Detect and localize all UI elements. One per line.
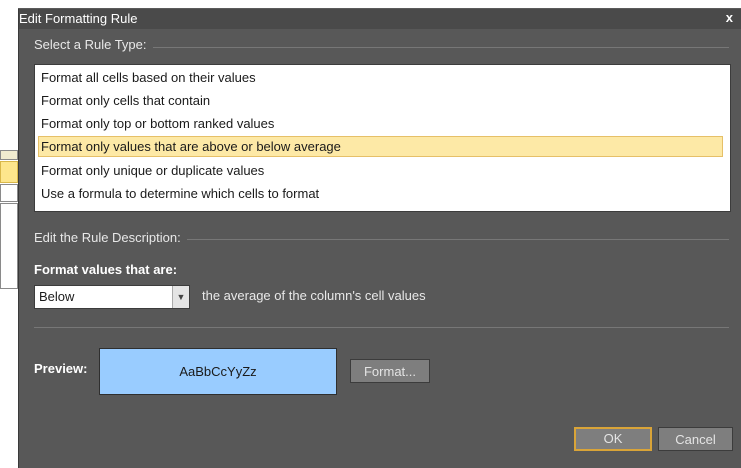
- background-cell: [0, 203, 18, 289]
- background-cell-highlighted: [0, 161, 18, 183]
- preview-sample-text: AaBbCcYyZz: [179, 364, 257, 379]
- background-cell: [0, 150, 18, 160]
- group-label-rule-type: Select a Rule Type:: [34, 37, 153, 52]
- select-value: Below: [39, 289, 75, 304]
- rule-type-item[interactable]: Format only unique or duplicate values: [38, 160, 726, 181]
- preview-divider: [34, 327, 729, 328]
- edit-formatting-rule-dialog: Edit Formatting Rule x Select a Rule Typ…: [18, 9, 741, 468]
- above-below-select[interactable]: Below ▼: [34, 285, 190, 309]
- group-label-rule-description: Edit the Rule Description:: [34, 230, 187, 245]
- cancel-button[interactable]: Cancel: [658, 427, 733, 451]
- dialog-titlebar[interactable]: Edit Formatting Rule x: [19, 9, 741, 29]
- rule-type-item[interactable]: Format all cells based on their values: [38, 67, 726, 88]
- background-spreadsheet-edge: [0, 0, 18, 468]
- format-button[interactable]: Format...: [350, 359, 430, 383]
- rule-type-item[interactable]: Use a formula to determine which cells t…: [38, 183, 726, 204]
- preview-label: Preview:: [34, 361, 88, 376]
- format-values-heading: Format values that are:: [34, 262, 178, 277]
- close-icon[interactable]: x: [726, 10, 733, 25]
- rule-type-item-selected[interactable]: Format only values that are above or bel…: [38, 136, 723, 157]
- chevron-down-icon[interactable]: ▼: [172, 286, 189, 308]
- rule-type-item[interactable]: Format only top or bottom ranked values: [38, 113, 726, 134]
- background-app-strip: [0, 0, 741, 9]
- average-description-text: the average of the column's cell values: [202, 288, 426, 303]
- background-cell: [0, 184, 18, 202]
- rule-type-list[interactable]: Format all cells based on their values F…: [34, 64, 731, 212]
- preview-sample-box: AaBbCcYyZz: [99, 348, 337, 395]
- rule-type-item[interactable]: Format only cells that contain: [38, 90, 726, 111]
- ok-button[interactable]: OK: [574, 427, 652, 451]
- dialog-title: Edit Formatting Rule: [19, 11, 138, 26]
